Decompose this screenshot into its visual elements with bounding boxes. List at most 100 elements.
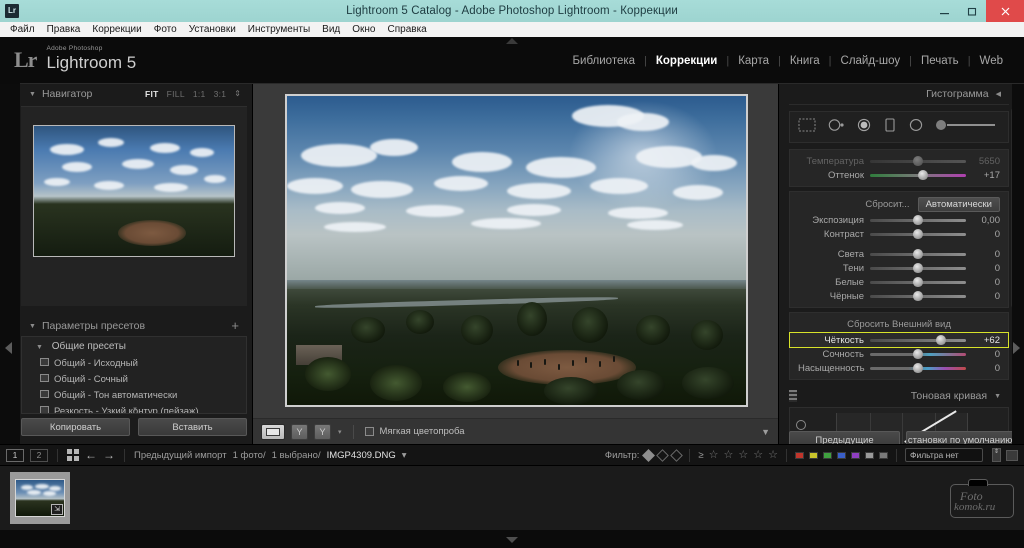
- menu-item-file[interactable]: Файл: [4, 22, 41, 37]
- before-after-dropdown-icon[interactable]: ▾: [338, 428, 342, 436]
- list-item[interactable]: Общий - Исходный: [22, 355, 246, 371]
- menu-item-photo[interactable]: Фото: [148, 22, 183, 37]
- module-slideshow[interactable]: Слайд-шоу: [832, 55, 910, 67]
- zoom-fill[interactable]: FILL: [167, 89, 185, 99]
- zoom-fit[interactable]: FIT: [145, 89, 159, 99]
- crop-overlay-icon[interactable]: [798, 118, 816, 137]
- slider-track[interactable]: [870, 276, 966, 287]
- toolbar-collapse-icon[interactable]: ▼: [761, 427, 770, 437]
- before-after-right-icon[interactable]: Y: [314, 423, 331, 440]
- screen-2-button[interactable]: 2: [30, 448, 48, 462]
- color-label-red[interactable]: [795, 451, 804, 459]
- list-item[interactable]: Общий - Тон автоматически: [22, 387, 246, 403]
- slider-knob[interactable]: [913, 228, 923, 239]
- menu-item-tools[interactable]: Инструменты: [242, 22, 316, 37]
- chevron-left-icon[interactable]: ◀: [996, 90, 1001, 98]
- module-print[interactable]: Печать: [912, 55, 968, 67]
- slider-track[interactable]: [870, 169, 966, 180]
- slider-row-temperature[interactable]: Температура 5650: [790, 154, 1008, 168]
- top-panel-toggle[interactable]: [506, 38, 518, 44]
- slider-row-vibrance[interactable]: Сочность 0: [790, 347, 1008, 361]
- star-2[interactable]: ☆: [724, 449, 734, 461]
- flag-none-icon[interactable]: [656, 448, 670, 462]
- spot-removal-icon[interactable]: [827, 118, 845, 137]
- screen-1-button[interactable]: 1: [6, 448, 24, 462]
- menu-item-settings[interactable]: Установки: [183, 22, 242, 37]
- before-after-left-icon[interactable]: Y: [291, 423, 308, 440]
- slider-row-contrast[interactable]: Контраст 0: [790, 227, 1008, 241]
- chevron-down-icon[interactable]: ▼: [994, 393, 1001, 400]
- forward-arrow-icon[interactable]: →: [103, 449, 115, 461]
- collapse-left-panel-icon[interactable]: [5, 342, 12, 354]
- add-preset-icon[interactable]: +: [231, 319, 247, 332]
- slider-track[interactable]: [870, 248, 966, 259]
- collapse-right-panel-icon[interactable]: [1013, 342, 1020, 354]
- back-arrow-icon[interactable]: ←: [85, 449, 97, 461]
- filter-toggle-icon[interactable]: [1006, 449, 1018, 461]
- module-develop[interactable]: Коррекции: [647, 55, 726, 67]
- color-label-blue[interactable]: [837, 451, 846, 459]
- color-label-none[interactable]: [865, 451, 874, 459]
- slider-knob[interactable]: [913, 348, 923, 359]
- star-5[interactable]: ☆: [768, 449, 778, 461]
- menu-item-help[interactable]: Справка: [382, 22, 433, 37]
- target-adjust-icon[interactable]: [796, 420, 806, 430]
- preset-group-header[interactable]: ▼ Общие пресеты: [22, 337, 246, 355]
- close-icon[interactable]: [986, 0, 1024, 22]
- flag-reject-icon[interactable]: [670, 448, 684, 462]
- chevron-down-icon[interactable]: ▼: [29, 323, 36, 330]
- list-item[interactable]: Общий - Сочный: [22, 371, 246, 387]
- identity-plate[interactable]: Lr Adobe Photoshop Lightroom 5: [14, 45, 136, 72]
- slider-row-saturation[interactable]: Насыщенность 0: [790, 361, 1008, 375]
- chevron-down-icon[interactable]: ▼: [29, 91, 36, 98]
- zoom-3-1[interactable]: 3:1: [214, 89, 227, 99]
- navigator-header[interactable]: ▼ Навигатор FIT FILL 1:1 3:1 ⇕: [21, 84, 247, 104]
- current-filename[interactable]: IMGP4309.DNG: [327, 450, 396, 461]
- navigator-thumbnail[interactable]: [33, 125, 235, 257]
- slider-knob[interactable]: [917, 169, 928, 180]
- slider-row-highlights[interactable]: Света 0: [790, 247, 1008, 261]
- slider-knob[interactable]: [913, 290, 923, 301]
- menu-item-view[interactable]: Вид: [316, 22, 346, 37]
- menu-item-window[interactable]: Окно: [346, 22, 381, 37]
- module-web[interactable]: Web: [971, 55, 1012, 67]
- collapse-filmstrip-icon[interactable]: [506, 537, 518, 543]
- star-4[interactable]: ☆: [753, 449, 763, 461]
- main-photo[interactable]: [285, 94, 748, 407]
- slider-row-whites[interactable]: Белые 0: [790, 275, 1008, 289]
- slider-track[interactable]: [870, 214, 966, 225]
- slider-knob[interactable]: [913, 262, 923, 273]
- slider-knob[interactable]: [936, 334, 947, 345]
- slider-track[interactable]: [870, 362, 966, 373]
- star-1[interactable]: ☆: [709, 449, 719, 461]
- flag-pick-icon[interactable]: [642, 448, 656, 462]
- filename-dropdown-icon[interactable]: ▾: [402, 450, 407, 461]
- slider-row-exposure[interactable]: Экспозиция 0,00: [790, 213, 1008, 227]
- reset-presence-link[interactable]: Сбросить Внешний вид: [790, 317, 1008, 333]
- tone-curve-header[interactable]: Тоновая кривая ▼: [785, 385, 1013, 407]
- chevron-down-icon[interactable]: ▼: [36, 344, 43, 351]
- filmstrip-cell[interactable]: ⇲: [10, 472, 70, 524]
- color-label-purple[interactable]: [851, 451, 860, 459]
- slider-knob[interactable]: [913, 248, 923, 259]
- slider-knob[interactable]: [913, 276, 923, 287]
- adjustment-brush-icon[interactable]: [935, 118, 997, 137]
- grid-view-icon[interactable]: [67, 449, 79, 461]
- paste-button[interactable]: Вставить: [138, 418, 247, 436]
- color-label-custom[interactable]: [879, 451, 888, 459]
- slider-track[interactable]: [870, 228, 966, 239]
- presets-scroll-caret[interactable]: ▾: [22, 406, 246, 413]
- reset-tone-link[interactable]: Сбросит...: [865, 199, 909, 210]
- source-label[interactable]: Предыдущий импорт: [134, 450, 227, 461]
- color-label-green[interactable]: [823, 451, 832, 459]
- slider-knob[interactable]: [913, 155, 923, 166]
- slider-track[interactable]: [870, 290, 966, 301]
- softproof-checkbox[interactable]: [364, 427, 374, 436]
- zoom-spinner-icon[interactable]: ⇕: [234, 90, 241, 98]
- filter-select[interactable]: Фильтра нет: [905, 448, 983, 462]
- slider-track[interactable]: [870, 262, 966, 273]
- minimize-icon[interactable]: [930, 0, 958, 22]
- copy-button[interactable]: Копировать: [21, 418, 130, 436]
- slider-knob[interactable]: [913, 362, 923, 373]
- auto-tone-button[interactable]: Автоматически: [917, 197, 1000, 212]
